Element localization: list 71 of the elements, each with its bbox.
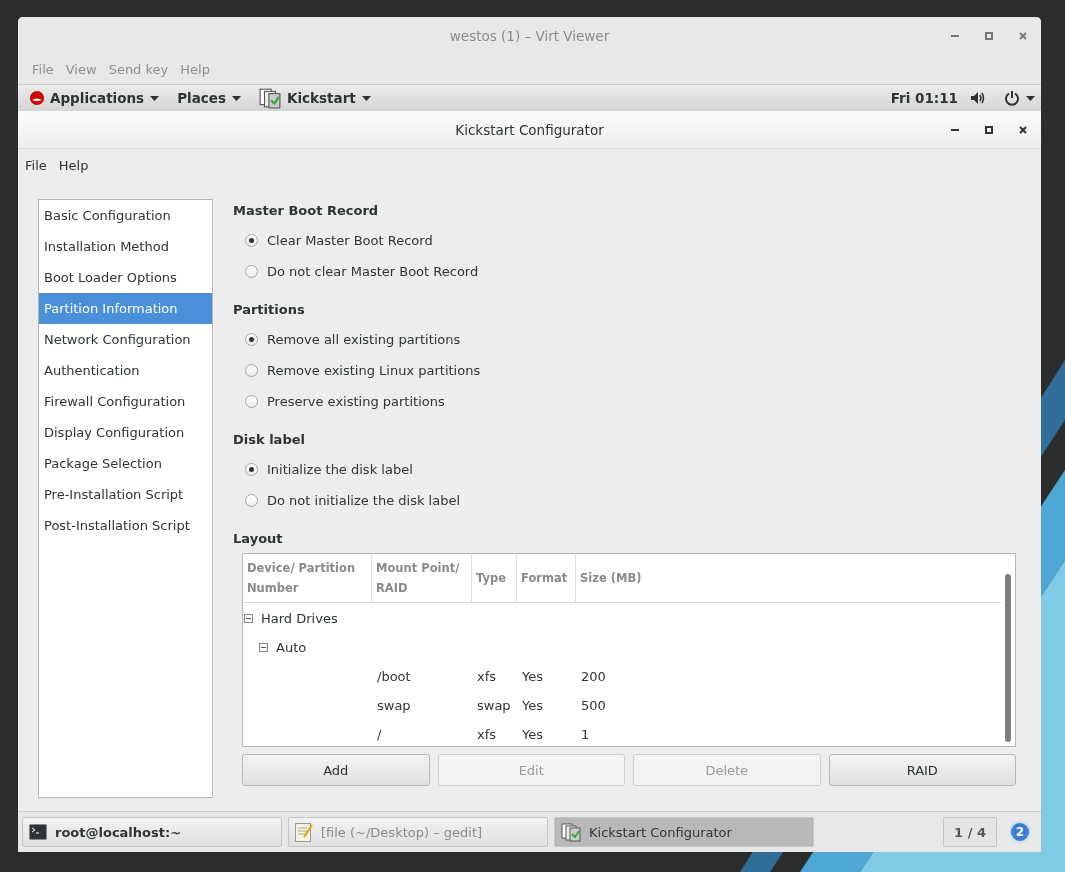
radio-button[interactable] xyxy=(245,333,258,346)
table-cell-text: 500 xyxy=(580,698,607,713)
close-icon[interactable] xyxy=(1019,125,1027,134)
table-cell-text: xfs xyxy=(476,669,498,684)
tree-label: Auto xyxy=(276,640,307,655)
radio-button[interactable] xyxy=(245,234,258,247)
caret-icon xyxy=(1026,95,1035,101)
table-cell-text: /boot xyxy=(376,669,412,684)
power-icon[interactable] xyxy=(1004,90,1020,106)
section-heading: Master Boot Record xyxy=(233,202,380,220)
taskbar-item[interactable]: root@localhost:~ xyxy=(22,817,282,847)
radio-button[interactable] xyxy=(245,364,258,377)
maximize-icon[interactable] xyxy=(985,125,993,134)
table-cell-text: / xyxy=(376,727,383,742)
sidebar-item[interactable]: Package Selection xyxy=(39,448,212,479)
sidebar-item[interactable]: Installation Method xyxy=(39,231,212,262)
sidebar-item[interactable]: Boot Loader Options xyxy=(39,262,212,293)
menu-item[interactable]: File xyxy=(19,157,53,173)
documents-icon xyxy=(561,822,581,842)
caret-icon xyxy=(232,95,241,101)
app-menu[interactable]: Kickstart xyxy=(253,87,377,109)
applications-menu[interactable]: Applications xyxy=(24,90,166,106)
window-title: Kickstart Configurator xyxy=(455,121,604,138)
collapse-icon[interactable] xyxy=(259,643,268,652)
workspace-indicator[interactable]: 1 / 4 xyxy=(943,817,997,847)
window-title: westos (1) – Virt Viewer xyxy=(449,28,610,44)
table-cell-text: swap xyxy=(376,698,412,713)
table-cell-text: xfs xyxy=(476,727,498,742)
clock[interactable]: Fri 01:11 xyxy=(884,90,964,106)
notepad-icon xyxy=(295,822,313,842)
sidebar-item[interactable]: Firewall Configuration xyxy=(39,386,212,417)
sidebar-item[interactable]: Authentication xyxy=(39,355,212,386)
radio-label[interactable]: Do not initialize the disk label xyxy=(267,493,461,508)
radio-label[interactable]: Clear Master Boot Record xyxy=(267,233,433,248)
radio-button[interactable] xyxy=(245,494,258,507)
sidebar-item[interactable]: Post-Installation Script xyxy=(39,510,212,541)
radio-label[interactable]: Remove existing Linux partitions xyxy=(267,363,481,378)
radio-label[interactable]: Preserve existing partitions xyxy=(267,394,445,409)
table-cell-text: Yes xyxy=(521,698,544,713)
radio-label[interactable]: Initialize the disk label xyxy=(267,462,413,477)
sidebar-item[interactable]: Network Configuration xyxy=(39,324,212,355)
radio-label[interactable]: Do not clear Master Boot Record xyxy=(267,264,479,279)
scrollbar[interactable] xyxy=(1005,574,1011,742)
places-menu[interactable]: Places xyxy=(171,90,247,106)
table-cell-text: 200 xyxy=(580,669,607,684)
section-heading: Layout xyxy=(233,530,284,548)
collapse-icon[interactable] xyxy=(244,614,253,623)
notification-badge[interactable]: 2 xyxy=(1009,821,1031,843)
caret-icon xyxy=(150,95,160,101)
caret-icon xyxy=(361,95,371,101)
taskbar-item[interactable]: Kickstart Configurator xyxy=(554,817,814,847)
terminal-icon xyxy=(29,824,47,840)
section-heading: Partitions xyxy=(233,301,306,319)
table-cell-text: swap xyxy=(476,698,512,713)
table-cell-text: Yes xyxy=(521,727,544,742)
radio-button[interactable] xyxy=(245,395,258,408)
radio-button[interactable] xyxy=(245,463,258,476)
radio-button[interactable] xyxy=(245,265,258,278)
table-cell-text: 1 xyxy=(580,727,591,742)
hat-icon xyxy=(30,91,44,105)
menu-item[interactable]: Help xyxy=(52,157,95,173)
volume-icon[interactable] xyxy=(970,91,986,105)
table-cell-text: Yes xyxy=(521,669,544,684)
tree-label: Hard Drives xyxy=(261,611,338,626)
table-button[interactable]: RAID xyxy=(828,754,1016,786)
radio-label[interactable]: Remove all existing partitions xyxy=(267,332,461,347)
section-heading: Disk label xyxy=(233,431,306,449)
table-button[interactable]: Add xyxy=(242,754,430,786)
sidebar-item[interactable]: Display Configuration xyxy=(39,417,212,448)
sidebar-item[interactable]: Basic Configuration xyxy=(39,200,212,231)
sidebar-item[interactable]: Pre-Installation Script xyxy=(39,479,212,510)
